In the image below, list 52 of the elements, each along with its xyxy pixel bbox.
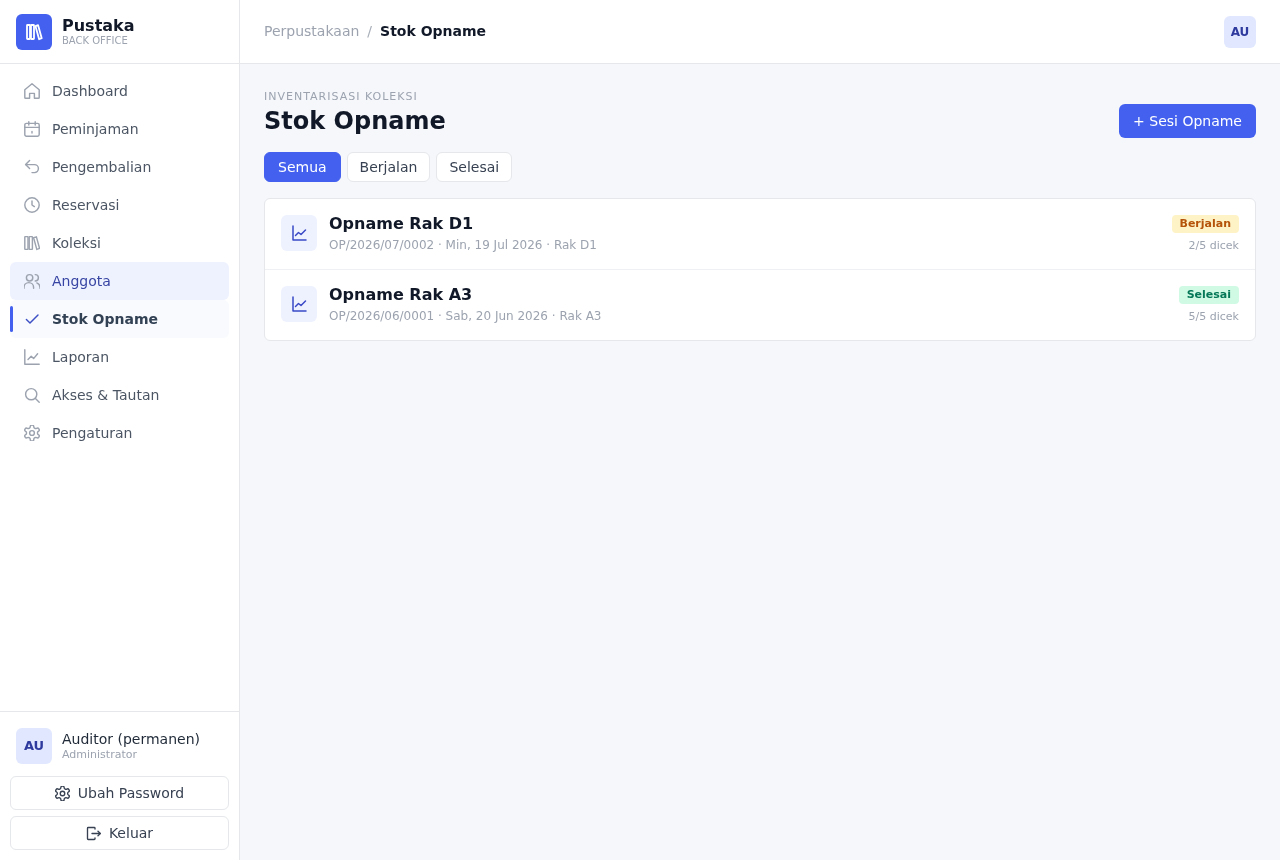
- session-row[interactable]: Opname Rak A3 OP/2026/06/0001 · Sab, 20 Jun 2026 · Rak A3 Selesai 5/5 dicek: [265, 269, 1255, 340]
- status-badge: Berjalan: [1171, 215, 1239, 233]
- brand-name: Pustaka: [62, 16, 135, 35]
- sidebar-item[interactable]: Stok Opname: [10, 300, 229, 338]
- line-chart-icon: [24, 349, 40, 365]
- user-name: Auditor (permanen): [62, 730, 200, 748]
- session-title: Opname Rak D1: [329, 214, 475, 234]
- sidebar-item[interactable]: Anggota: [10, 262, 229, 300]
- settings-icon: [54, 785, 70, 801]
- logout-icon: [85, 825, 101, 841]
- sidebar-item[interactable]: Pengaturan: [10, 414, 229, 452]
- check-icon: [24, 311, 40, 327]
- progress-count: 5/5 dicek: [1188, 310, 1239, 324]
- new-session-button[interactable]: + Sesi Opname: [1119, 104, 1256, 138]
- session-meta: OP/2026/06/0001 · Sab, 20 Jun 2026 · Rak A3: [329, 308, 603, 324]
- filter-tab[interactable]: Semua: [264, 152, 341, 182]
- progress-count: 2/5 dicek: [1188, 239, 1239, 253]
- breadcrumb-separator: /: [367, 22, 373, 41]
- brand-subtitle: BACK OFFICE: [62, 35, 129, 47]
- search-icon: [24, 387, 40, 403]
- filter-tab[interactable]: Berjalan: [346, 152, 431, 182]
- settings-icon: [24, 425, 40, 441]
- session-title: Opname Rak A3: [329, 285, 474, 305]
- sidebar-item[interactable]: Koleksi: [10, 224, 229, 262]
- session-row[interactable]: Opname Rak D1 OP/2026/07/0002 · Min, 19 Jul 2026 · Rak D1 Berjalan 2/5 dicek: [265, 199, 1255, 269]
- breadcrumb-current: Stok Opname: [380, 22, 487, 41]
- change-password-button[interactable]: Ubah Password: [10, 776, 229, 810]
- sidebar-item[interactable]: Dashboard: [10, 72, 229, 110]
- sidebar-item[interactable]: Akses & Tautan: [10, 376, 229, 414]
- logout-button[interactable]: Keluar: [10, 816, 229, 850]
- clock-icon: [24, 197, 40, 213]
- active-indicator: [10, 306, 13, 332]
- filter-tab[interactable]: Selesai: [436, 152, 513, 182]
- user-role: Administrator: [62, 748, 138, 762]
- sidebar-item[interactable]: Peminjaman: [10, 110, 229, 148]
- logo-icon: [16, 13, 52, 50]
- calendar-icon: [24, 121, 40, 137]
- page-eyebrow: INVENTARISASI KOLEKSI: [264, 90, 419, 104]
- session-meta: OP/2026/07/0002 · Min, 19 Jul 2026 · Rak D1: [329, 237, 598, 253]
- status-badge: Selesai: [1178, 286, 1239, 304]
- sidebar-item[interactable]: Reservasi: [10, 186, 229, 224]
- line-chart-icon: [281, 215, 317, 251]
- home-icon: [24, 83, 40, 99]
- undo-arrow-icon: [24, 159, 40, 175]
- user-avatar: AU: [16, 728, 52, 764]
- user-avatar[interactable]: AU: [1224, 15, 1256, 48]
- line-chart-icon: [281, 286, 317, 322]
- page-title: Stok Opname: [264, 106, 446, 136]
- sidebar-item[interactable]: Pengembalian: [10, 148, 229, 186]
- sidebar-item[interactable]: Laporan: [10, 338, 229, 376]
- users-icon: [24, 273, 40, 289]
- books-icon: [24, 235, 40, 251]
